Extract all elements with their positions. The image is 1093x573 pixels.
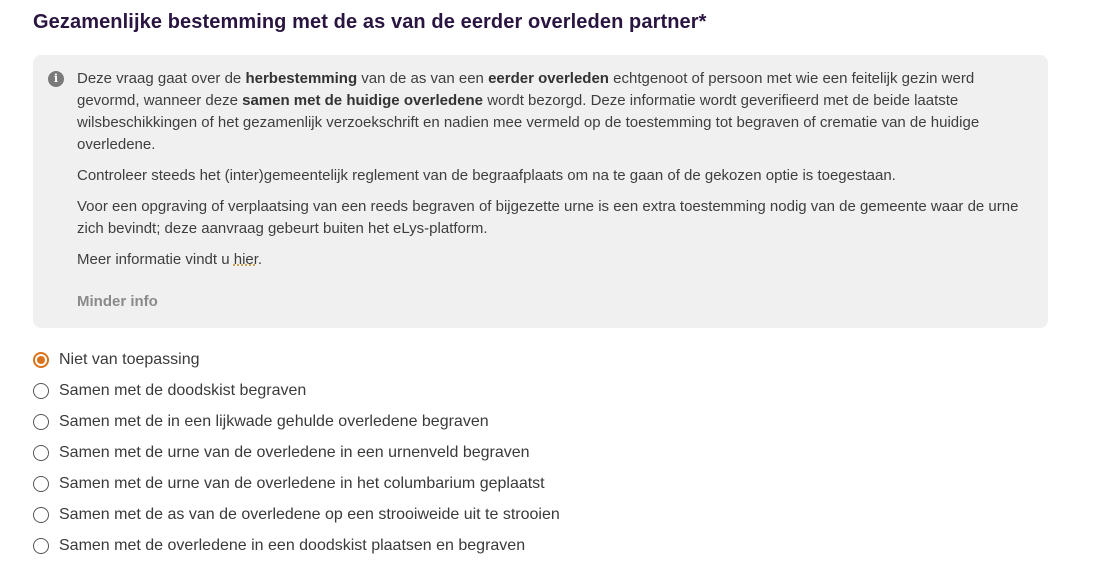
radio-option-label: Niet van toepassing: [59, 350, 200, 368]
radio-group: Niet van toepassing Samen met de doodskis…: [33, 344, 560, 561]
radio-option[interactable]: Samen met de as van de overledene op een…: [33, 499, 560, 530]
radio-option[interactable]: Samen met de overledene in een doodskist…: [33, 530, 560, 561]
radio-button-selected[interactable]: [33, 351, 49, 368]
radio-option[interactable]: Samen met de doodskist begraven: [33, 375, 560, 406]
info-text: Deze vraag gaat over de: [77, 70, 246, 87]
info-paragraph-3: Voor een opgraving of verplaatsing van e…: [77, 198, 1019, 237]
radio-option-label: Samen met de overledene in een doodskist…: [59, 536, 526, 554]
radio-option-label: Samen met de as van de overledene op een…: [59, 505, 560, 523]
radio-button[interactable]: [33, 382, 49, 399]
info-box: i Deze vraag gaat over de herbestemming …: [33, 55, 1048, 328]
radio-option-label: Samen met de urne van de overledene in e…: [59, 443, 530, 461]
info-paragraph-4: Meer informatie vindt u hier.: [77, 249, 1039, 271]
info-text: .: [257, 251, 263, 268]
question-title: Gezamenlijke bestemming met de as van de…: [33, 11, 707, 33]
info-bold-text: samen met de huidige overledene: [242, 92, 484, 109]
info-icon: i: [48, 71, 64, 87]
radio-option[interactable]: Samen met de in een lijkwade gehulde ove…: [33, 406, 560, 437]
radio-option[interactable]: Samen met de urne van de overledene in h…: [33, 468, 560, 499]
info-bold-text: eerder overleden: [488, 70, 609, 87]
radio-option[interactable]: Niet van toepassing: [33, 344, 560, 375]
info-paragraph-1: Deze vraag gaat over de herbestemming va…: [77, 68, 1039, 156]
more-info-link[interactable]: hier: [234, 251, 258, 268]
info-paragraph-2: Controleer steeds het (inter)gemeentelij…: [77, 167, 896, 184]
info-text: van de as van een: [357, 70, 489, 87]
info-bold-text: herbestemming: [245, 70, 358, 87]
radio-option-label: Samen met de doodskist begraven: [59, 381, 307, 399]
radio-button[interactable]: [33, 506, 49, 523]
info-content: Deze vraag gaat over de herbestemming va…: [77, 68, 1039, 280]
radio-option-label: Samen met de in een lijkwade gehulde ove…: [59, 412, 489, 430]
less-info-button[interactable]: Minder info: [77, 293, 158, 310]
radio-button[interactable]: [33, 444, 49, 461]
radio-option[interactable]: Samen met de urne van de overledene in e…: [33, 437, 560, 468]
radio-button[interactable]: [33, 537, 49, 554]
radio-button[interactable]: [33, 475, 49, 492]
radio-button[interactable]: [33, 413, 49, 430]
radio-option-label: Samen met de urne van de overledene in h…: [59, 474, 545, 492]
info-text: Meer informatie vindt u: [77, 251, 234, 268]
